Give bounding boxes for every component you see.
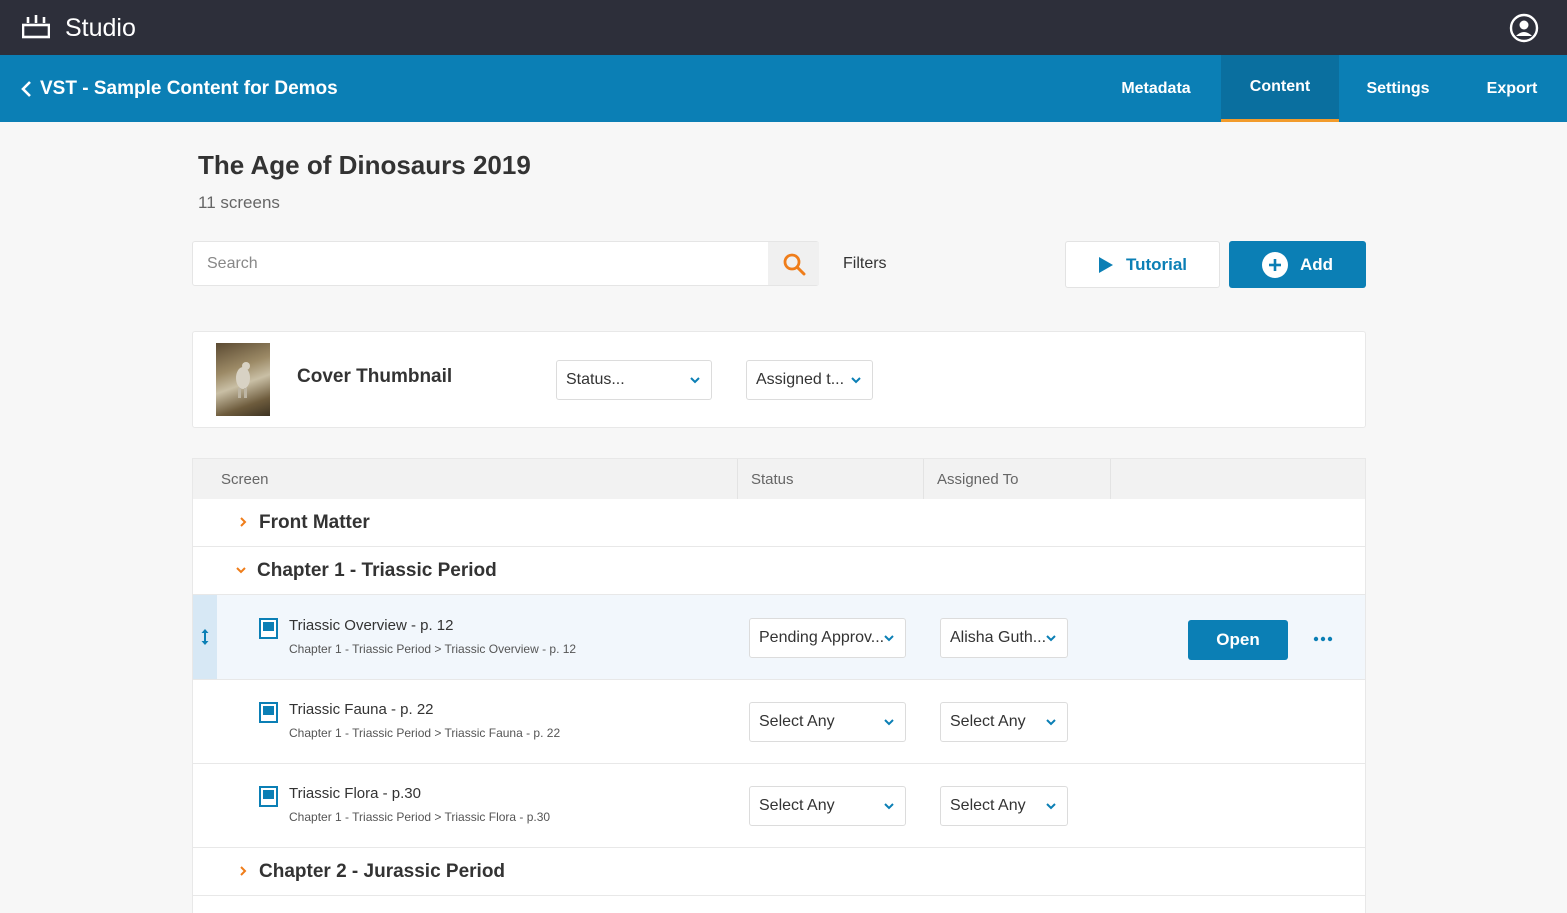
page-title: The Age of Dinosaurs 2019	[198, 150, 531, 180]
chevron-down-icon	[884, 803, 894, 810]
assigned-select[interactable]: Alisha Guth...	[940, 618, 1068, 658]
screens-table: Screen Status Assigned To Front Matter C…	[192, 458, 1366, 913]
project-nav-bar: VST - Sample Content for Demos Metadata …	[0, 55, 1567, 122]
cover-thumbnail-label: Cover Thumbnail	[297, 366, 453, 387]
drag-vertical-icon	[201, 629, 209, 645]
table-row[interactable]: Triassic Flora - p.30 Chapter 1 - Triass…	[193, 763, 1365, 847]
screen-path: Chapter 1 - Triassic Period > Triassic F…	[289, 810, 551, 824]
add-label: Add	[1299, 254, 1334, 274]
table-header: Screen Status Assigned To	[193, 459, 1365, 499]
group-row-chapter-1[interactable]: Chapter 1 - Triassic Period	[193, 547, 1365, 594]
search-box	[192, 241, 819, 286]
screen-page-icon	[259, 702, 278, 723]
screen-title[interactable]: Triassic Overview - p. 12	[289, 617, 453, 634]
assigned-select[interactable]: Select Any	[940, 786, 1068, 826]
cover-thumbnail-image[interactable]	[216, 343, 270, 416]
chevron-down-icon	[1046, 635, 1056, 642]
cover-assigned-value: Assigned t...	[756, 371, 845, 388]
search-icon	[783, 253, 805, 275]
status-value: Select Any	[759, 713, 835, 730]
filters-button[interactable]: Filters	[843, 255, 887, 273]
tab-settings[interactable]: Settings	[1352, 55, 1444, 122]
tab-metadata[interactable]: Metadata	[1106, 55, 1206, 122]
group-row-chapter-2[interactable]: Chapter 2 - Jurassic Period	[193, 848, 1365, 895]
more-options-button[interactable]	[1310, 626, 1336, 652]
assigned-value: Alisha Guth...	[950, 629, 1047, 646]
column-header-status[interactable]: Status	[738, 459, 924, 499]
studio-logo-icon[interactable]	[22, 13, 50, 41]
screen-path: Chapter 1 - Triassic Period > Triassic O…	[289, 642, 577, 656]
screen-title[interactable]: Triassic Fauna - p. 22	[289, 701, 434, 718]
status-value: Pending Approv...	[759, 629, 885, 646]
top-bar: Studio	[0, 0, 1567, 55]
cover-thumbnail-card: Cover Thumbnail Status... Assigned t...	[192, 331, 1366, 428]
tab-content[interactable]: Content	[1221, 55, 1339, 122]
play-icon	[1098, 256, 1113, 273]
chevron-left-icon	[21, 80, 31, 97]
chevron-right-icon	[240, 517, 247, 527]
group-label: Chapter 1 - Triassic Period	[257, 560, 497, 581]
column-header-assigned[interactable]: Assigned To	[924, 459, 1111, 499]
more-horizontal-icon	[1313, 636, 1333, 642]
cover-status-select[interactable]: Status...	[556, 360, 712, 400]
cover-status-value: Status...	[566, 371, 625, 388]
table-row[interactable]: Triassic Overview - p. 12 Chapter 1 - Tr…	[193, 595, 1365, 679]
tutorial-label: Tutorial	[1125, 254, 1188, 274]
status-select[interactable]: Select Any	[749, 702, 906, 742]
screen-count: 11 screens	[198, 193, 280, 212]
add-button[interactable]: Add	[1229, 241, 1366, 288]
search-button[interactable]	[768, 242, 819, 285]
back-link[interactable]: VST - Sample Content for Demos	[20, 55, 338, 122]
chevron-down-icon	[884, 635, 894, 642]
chevron-down-icon	[690, 377, 700, 384]
search-input[interactable]	[193, 242, 768, 285]
tab-export[interactable]: Export	[1470, 55, 1554, 122]
user-circle-icon[interactable]	[1509, 13, 1539, 43]
tutorial-button[interactable]: Tutorial	[1065, 241, 1220, 288]
screen-title[interactable]: Triassic Flora - p.30	[289, 785, 421, 802]
group-row-front-matter[interactable]: Front Matter	[193, 499, 1365, 546]
plus-circle-icon	[1261, 251, 1288, 278]
chevron-down-icon	[884, 719, 894, 726]
cover-assigned-select[interactable]: Assigned t...	[746, 360, 873, 400]
status-value: Select Any	[759, 797, 835, 814]
table-row[interactable]: Triassic Fauna - p. 22 Chapter 1 - Trias…	[193, 679, 1365, 763]
status-select[interactable]: Pending Approv...	[749, 618, 906, 658]
chevron-down-icon	[1046, 803, 1056, 810]
group-label: Chapter 2 - Jurassic Period	[259, 861, 506, 882]
chevron-right-icon	[240, 866, 247, 876]
row-divider	[193, 895, 1365, 896]
chevron-down-icon	[1046, 719, 1056, 726]
status-select[interactable]: Select Any	[749, 786, 906, 826]
screen-page-icon	[259, 786, 278, 807]
chevron-down-icon	[236, 567, 246, 574]
group-label: Front Matter	[259, 512, 370, 533]
screen-page-icon	[259, 618, 278, 639]
project-title: VST - Sample Content for Demos	[40, 77, 338, 99]
drag-handle[interactable]	[193, 595, 217, 679]
column-header-screen[interactable]: Screen	[208, 459, 738, 499]
open-button[interactable]: Open	[1188, 620, 1288, 660]
dinosaur-image	[236, 362, 250, 398]
app-title: Studio	[65, 14, 136, 42]
assigned-select[interactable]: Select Any	[940, 702, 1068, 742]
chevron-down-icon	[851, 377, 861, 384]
screen-path: Chapter 1 - Triassic Period > Triassic F…	[289, 726, 561, 740]
assigned-value: Select Any	[950, 713, 1026, 730]
assigned-value: Select Any	[950, 797, 1026, 814]
